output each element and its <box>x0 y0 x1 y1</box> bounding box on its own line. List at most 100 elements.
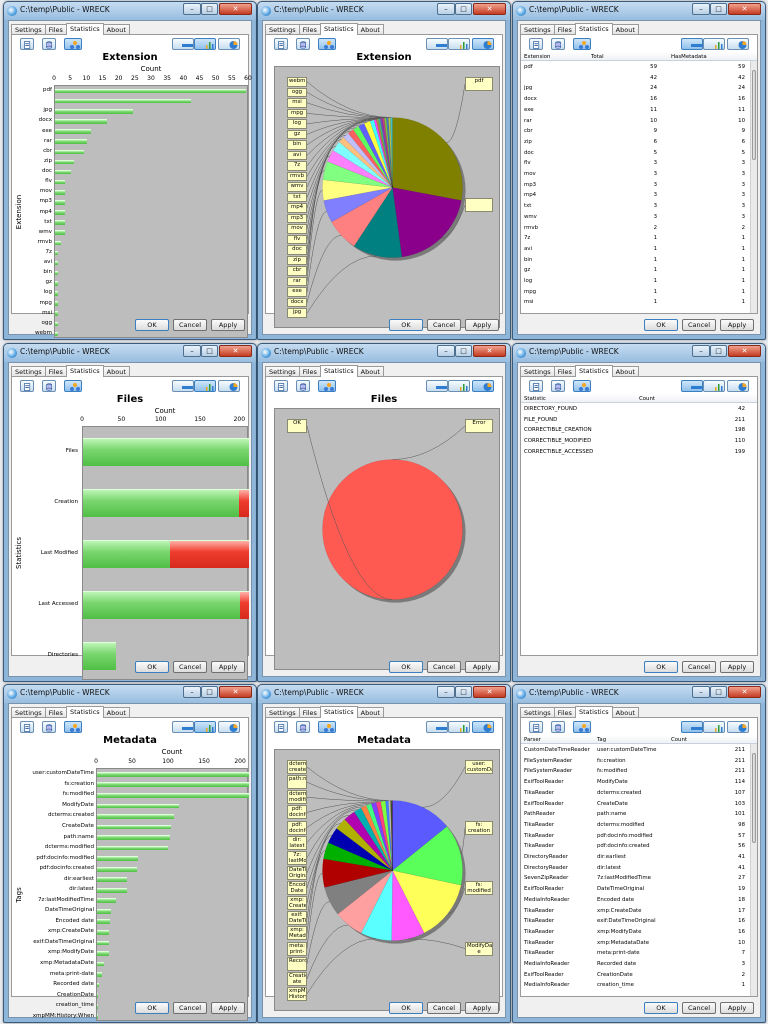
cancel-button[interactable]: Cancel <box>682 319 716 331</box>
minimize-button[interactable]: – <box>437 3 455 15</box>
table-view-button[interactable] <box>681 38 703 50</box>
table-row[interactable]: TikaReader dcterms:created 107 <box>521 788 757 798</box>
table-row[interactable]: doc 5 5 <box>521 148 757 158</box>
title-bar[interactable]: C:\temp\Public - WRECK – □ ✕ <box>4 344 256 362</box>
title-bar[interactable]: C:\temp\Public - WRECK – □ ✕ <box>258 344 510 362</box>
table-row[interactable]: bin 1 1 <box>521 255 757 265</box>
bar-chart-button[interactable] <box>448 38 470 50</box>
column-header[interactable]: Count <box>671 736 687 744</box>
table-row[interactable]: MediaInfoReader creation_time 1 <box>521 980 757 990</box>
files-button[interactable] <box>20 380 34 392</box>
bar-chart-button[interactable] <box>194 721 216 733</box>
ok-button[interactable]: OK <box>644 661 678 673</box>
table-row[interactable]: MediaInfoReader Encoded date 18 <box>521 895 757 905</box>
tab-statistics[interactable]: Statistics <box>65 365 104 377</box>
bar-chart-button[interactable] <box>194 380 216 392</box>
close-button[interactable]: ✕ <box>219 3 252 15</box>
metadata-button[interactable] <box>296 721 310 733</box>
files-button[interactable] <box>20 38 34 50</box>
close-button[interactable]: ✕ <box>728 345 761 357</box>
tab-statistics[interactable]: Statistics <box>65 706 104 718</box>
bar-chart-button[interactable] <box>194 38 216 50</box>
cancel-button[interactable]: Cancel <box>682 661 716 673</box>
files-button[interactable] <box>274 380 288 392</box>
table-row[interactable]: ExifToolReader CreateDate 103 <box>521 799 757 809</box>
close-button[interactable]: ✕ <box>473 3 506 15</box>
table-row[interactable]: zip 6 6 <box>521 137 757 147</box>
cancel-button[interactable]: Cancel <box>427 1002 461 1014</box>
table-row[interactable]: ExifToolReader DateTimeOriginal 19 <box>521 884 757 894</box>
column-header[interactable]: Count <box>639 395 655 403</box>
ok-button[interactable]: OK <box>644 319 678 331</box>
table-row[interactable]: exe 11 11 <box>521 105 757 115</box>
table-row[interactable]: gz 1 1 <box>521 265 757 275</box>
table-row[interactable]: wmv 3 3 <box>521 212 757 222</box>
title-bar[interactable]: C:\temp\Public - WRECK – □ ✕ <box>513 344 765 362</box>
metadata-button[interactable] <box>551 380 565 392</box>
cancel-button[interactable]: Cancel <box>173 661 207 673</box>
table-row[interactable]: DIRECTORY_FOUND 42 <box>521 404 757 414</box>
tab-statistics[interactable]: Statistics <box>319 365 358 377</box>
ok-button[interactable]: OK <box>389 319 423 331</box>
maximize-button[interactable]: □ <box>710 686 727 698</box>
minimize-button[interactable]: – <box>692 3 710 15</box>
table-view-button[interactable] <box>681 380 703 392</box>
apply-button[interactable]: Apply <box>465 1002 499 1014</box>
table-row[interactable]: TikaReader pdf:docinfo:created 56 <box>521 841 757 851</box>
pie-chart-button[interactable] <box>472 721 494 733</box>
minimize-button[interactable]: – <box>183 686 201 698</box>
metadata-button[interactable] <box>296 38 310 50</box>
table-row[interactable]: mov 3 3 <box>521 169 757 179</box>
maximize-button[interactable]: □ <box>201 3 218 15</box>
ok-button[interactable]: OK <box>389 1002 423 1014</box>
title-bar[interactable]: C:\temp\Public - WRECK – □ ✕ <box>258 685 510 703</box>
column-header[interactable]: Extension <box>524 53 550 61</box>
pie-chart-button[interactable] <box>218 721 240 733</box>
metadata-button[interactable] <box>551 38 565 50</box>
table-row[interactable]: rmvb 2 2 <box>521 223 757 233</box>
table-row[interactable]: pdf 59 59 <box>521 62 757 72</box>
maximize-button[interactable]: □ <box>201 345 218 357</box>
cancel-button[interactable]: Cancel <box>682 1002 716 1014</box>
ok-button[interactable]: OK <box>389 661 423 673</box>
bar-chart-button[interactable] <box>703 721 725 733</box>
table-row[interactable]: avi 1 1 <box>521 244 757 254</box>
scrollbar-thumb[interactable] <box>752 753 756 843</box>
files-button[interactable] <box>20 721 34 733</box>
pie-chart-button[interactable] <box>218 380 240 392</box>
files-button[interactable] <box>274 721 288 733</box>
apply-button[interactable]: Apply <box>720 319 754 331</box>
files-button[interactable] <box>529 38 543 50</box>
bar-chart-button[interactable] <box>448 721 470 733</box>
tab-statistics[interactable]: Statistics <box>65 23 104 35</box>
close-button[interactable]: ✕ <box>728 686 761 698</box>
table-row[interactable]: ExifToolReader CreationDate 2 <box>521 970 757 980</box>
apply-button[interactable]: Apply <box>211 661 245 673</box>
table-row[interactable]: TikaReader xmp:CreateDate 17 <box>521 906 757 916</box>
table-row[interactable]: ExifToolReader ModifyDate 114 <box>521 777 757 787</box>
cancel-button[interactable]: Cancel <box>427 661 461 673</box>
pie-chart-button[interactable] <box>472 38 494 50</box>
table-view-button[interactable] <box>426 38 448 50</box>
bar-chart-button[interactable] <box>703 380 725 392</box>
files-button[interactable] <box>274 38 288 50</box>
files-button[interactable] <box>529 721 543 733</box>
apply-button[interactable]: Apply <box>720 661 754 673</box>
apply-button[interactable]: Apply <box>211 319 245 331</box>
apply-button[interactable]: Apply <box>211 1002 245 1014</box>
minimize-button[interactable]: – <box>437 686 455 698</box>
maximize-button[interactable]: □ <box>455 686 472 698</box>
tags-button[interactable] <box>573 38 591 50</box>
tab-statistics[interactable]: Statistics <box>574 23 613 35</box>
tags-button[interactable] <box>64 721 82 733</box>
table-view-button[interactable] <box>172 38 194 50</box>
files-button[interactable] <box>529 380 543 392</box>
ok-button[interactable]: OK <box>135 1002 169 1014</box>
title-bar[interactable]: C:\temp\Public - WRECK – □ ✕ <box>258 2 510 20</box>
table-row[interactable]: rar 10 10 <box>521 116 757 126</box>
table-row[interactable]: CORRECTIBLE_CREATION 198 <box>521 425 757 435</box>
apply-button[interactable]: Apply <box>720 1002 754 1014</box>
scrollbar-thumb[interactable] <box>752 70 756 160</box>
title-bar[interactable]: C:\temp\Public - WRECK – □ ✕ <box>513 2 765 20</box>
bar-chart-button[interactable] <box>448 380 470 392</box>
